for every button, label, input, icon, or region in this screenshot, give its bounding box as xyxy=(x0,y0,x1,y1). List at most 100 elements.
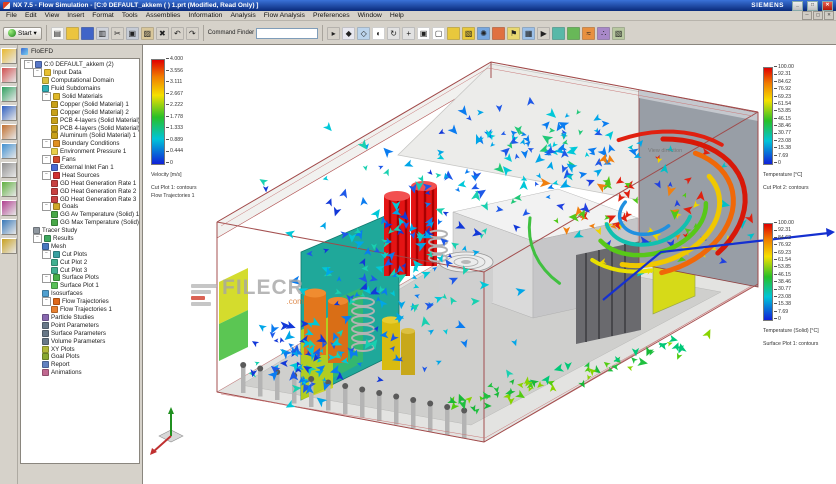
expander-icon[interactable]: − xyxy=(42,170,51,180)
window-icon[interactable]: ▢ xyxy=(432,26,446,40)
hd3d-tools-icon[interactable] xyxy=(0,124,17,140)
save-icon[interactable] xyxy=(80,26,94,40)
tree-item[interactable]: Copper (Solid Material) 2 xyxy=(21,108,139,116)
tree-item[interactable]: − Boundary Conditions xyxy=(21,139,139,149)
tree-item[interactable]: External Inlet Fan 1 xyxy=(21,164,139,172)
command-finder-input[interactable] xyxy=(256,27,319,39)
web-browser-icon[interactable] xyxy=(0,143,17,159)
tree-item[interactable]: − Results xyxy=(21,234,139,244)
tree-item[interactable]: Point Parameters xyxy=(21,321,139,329)
minimize-button[interactable]: _ xyxy=(792,0,803,11)
tree-item[interactable]: Flow Trajectories 1 xyxy=(21,306,139,314)
selection-filter-icon[interactable]: ▸ xyxy=(327,26,341,40)
tree-item[interactable]: Copper (Solid Material) 1 xyxy=(21,100,139,108)
tree-item[interactable]: XY Plots xyxy=(21,345,139,353)
assembly-navigator-icon[interactable] xyxy=(0,48,17,64)
close-button[interactable]: ✕ xyxy=(822,0,833,11)
tree-item[interactable]: GG Av Temperature (Solid) 1 xyxy=(21,211,139,219)
part-navigator-icon[interactable] xyxy=(0,86,17,102)
expander-icon[interactable]: − xyxy=(42,273,51,283)
datum-plane-icon[interactable]: ◇ xyxy=(357,26,371,40)
cut-icon[interactable]: ✂ xyxy=(110,26,124,40)
open-folder-icon[interactable] xyxy=(65,26,79,40)
tree-item[interactable]: Particle Studies xyxy=(21,313,139,322)
menu-assemblies[interactable]: Assemblies xyxy=(142,12,185,19)
menu-analysis[interactable]: Analysis xyxy=(226,12,259,19)
new-file-icon[interactable]: ▤ xyxy=(50,26,64,40)
tree-item[interactable]: PCB 4-layers (Solid Material) 1 xyxy=(21,116,139,124)
tree-item[interactable]: Computational Domain xyxy=(21,77,139,85)
pan-view-icon[interactable]: + xyxy=(402,26,416,40)
menu-insert[interactable]: Insert xyxy=(63,12,88,19)
tree-item[interactable]: Cut Plot 3 xyxy=(21,266,139,274)
mesh-icon[interactable]: ▦ xyxy=(522,26,536,40)
tree-item[interactable]: Animations xyxy=(21,369,139,377)
delete-icon[interactable]: ✖ xyxy=(155,26,169,40)
tree-item[interactable]: Surface Plot 1 xyxy=(21,282,139,290)
results-icon[interactable]: ▧ xyxy=(612,26,626,40)
expander-icon[interactable]: − xyxy=(42,202,51,212)
tree-item[interactable]: − Heat Sources xyxy=(21,170,139,180)
tree-item[interactable]: Surface Parameters xyxy=(21,329,139,337)
snap-point-icon[interactable]: ◆ xyxy=(342,26,356,40)
run-solver-icon[interactable]: ▶ xyxy=(537,26,551,40)
tree-item[interactable]: PCB 4-layers (Solid Material) 2 xyxy=(21,124,139,132)
menu-format[interactable]: Format xyxy=(88,12,118,19)
expander-icon[interactable]: − xyxy=(33,234,42,244)
flow-trajectories-icon[interactable]: ≈ xyxy=(582,26,596,40)
tree-item[interactable]: Volume Parameters xyxy=(21,337,139,345)
undo-icon[interactable]: ↶ xyxy=(170,26,184,40)
menu-preferences[interactable]: Preferences xyxy=(309,12,354,19)
tree-item[interactable]: GG Max Temperature (Solid) 1 xyxy=(21,219,139,227)
menu-view[interactable]: View xyxy=(41,12,64,19)
redo-icon[interactable]: ↷ xyxy=(185,26,199,40)
export-icon[interactable]: ▥ xyxy=(95,26,109,40)
tree-item[interactable]: Fluid Subdomains xyxy=(21,85,139,93)
reuse-library-icon[interactable] xyxy=(0,105,17,121)
surface-plot-icon[interactable] xyxy=(567,26,581,40)
maximize-button[interactable]: □ xyxy=(807,0,818,11)
rotate-view-icon[interactable]: ↻ xyxy=(387,26,401,40)
start-button[interactable]: Start ▾ xyxy=(3,26,42,40)
graphics-viewport[interactable]: 4.000 3.556 3.111 2.667 2.222 1.778 1.333 0.889… xyxy=(142,45,836,484)
expander-icon[interactable]: − xyxy=(42,139,51,149)
paste-icon[interactable]: ▨ xyxy=(140,26,154,40)
particle-study-icon[interactable]: ∴ xyxy=(597,26,611,40)
mdi-minimize-button[interactable]: ─ xyxy=(802,11,812,20)
goal-icon[interactable]: ⚑ xyxy=(507,26,521,40)
tree-item[interactable]: − Solid Materials xyxy=(21,92,139,102)
tree-item[interactable]: − Cut Plots xyxy=(21,249,139,259)
mdi-restore-button[interactable]: ▢ xyxy=(813,11,823,20)
fit-view-icon[interactable]: ▣ xyxy=(417,26,431,40)
system-scenes-icon[interactable] xyxy=(0,238,17,254)
tree-item[interactable]: − Input Data xyxy=(21,68,139,78)
menu-file[interactable]: File xyxy=(2,12,21,19)
tree-item[interactable]: Aluminum (Solid Material) 1 xyxy=(21,132,139,140)
process-studio-icon[interactable] xyxy=(0,181,17,197)
tree-item[interactable]: − Fans xyxy=(21,155,139,165)
menu-tools[interactable]: Tools xyxy=(118,12,142,19)
history-icon[interactable] xyxy=(0,162,17,178)
expander-icon[interactable]: − xyxy=(42,297,51,307)
menu-information[interactable]: Information xyxy=(184,12,226,19)
mdi-close-button[interactable]: ✕ xyxy=(824,11,834,20)
copy-icon[interactable]: ▣ xyxy=(125,26,139,40)
expander-icon[interactable]: − xyxy=(42,249,51,259)
tree-item[interactable]: GD Heat Generation Rate 1 xyxy=(21,179,139,187)
menu-flow-analysis[interactable]: Flow Analysis xyxy=(260,12,309,19)
tree-item[interactable]: Environment Pressure 1 xyxy=(21,148,139,156)
tree-item[interactable]: Cut Plot 2 xyxy=(21,258,139,266)
shaded-view-icon[interactable]: ◐ xyxy=(372,26,386,40)
tree-item[interactable]: GD Heat Generation Rate 2 xyxy=(21,187,139,195)
expander-icon[interactable]: − xyxy=(42,92,51,102)
computational-domain-icon[interactable] xyxy=(447,26,461,40)
fan-icon[interactable]: ✺ xyxy=(477,26,491,40)
tree-item[interactable]: Report xyxy=(21,361,139,369)
tree-item[interactable]: Isosurfaces xyxy=(21,290,139,298)
tree-item[interactable]: − Surface Plots xyxy=(21,273,139,283)
tree-item[interactable]: − Flow Trajectories xyxy=(21,297,139,307)
cut-plot-icon[interactable] xyxy=(552,26,566,40)
constraint-navigator-icon[interactable] xyxy=(0,67,17,83)
expander-icon[interactable]: − xyxy=(33,68,42,78)
tree-item[interactable]: Mesh xyxy=(21,242,139,250)
